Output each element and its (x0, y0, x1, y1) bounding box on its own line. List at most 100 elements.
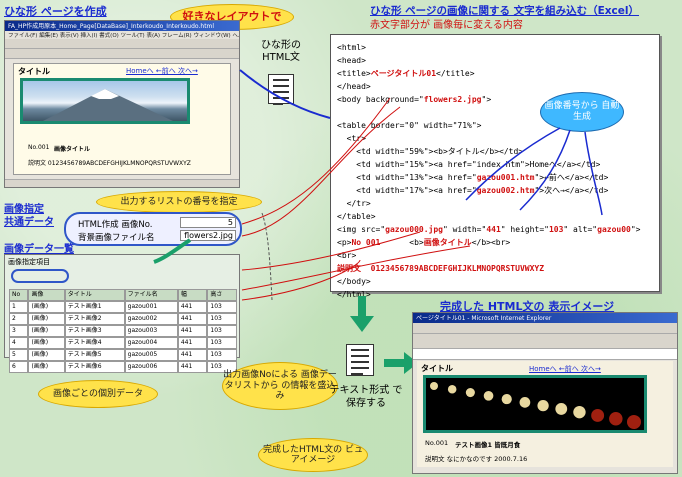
browser-toolbar (413, 334, 677, 349)
common-field-1-label: HTML作成 画像No. (78, 220, 153, 230)
editor-nav-links[interactable]: Homeへ ←前へ 次へ→ (126, 66, 198, 76)
sheet-cell[interactable]: gazou001 (124, 301, 178, 313)
template-create-title: ひな形 ページを作成 (4, 5, 107, 18)
code-text: <html> (337, 43, 366, 52)
moon-phase (573, 406, 586, 419)
sheet-cell[interactable]: 5 (9, 349, 29, 361)
browser-address-bar[interactable] (413, 349, 677, 360)
list-number-bubble: 出力するリストの番号を指定 (96, 191, 262, 213)
eclipse-sequence (430, 382, 641, 429)
code-variable: flowers2.jpg (423, 95, 482, 104)
per-image-data-bubble: 画像ごとの個別データ (38, 380, 158, 408)
moon-phase (519, 397, 531, 408)
sheet-common-highlight (11, 269, 69, 283)
sheet-cell[interactable]: (画像) (28, 301, 65, 313)
sheet-cell[interactable]: (画像) (28, 337, 65, 349)
code-variable: gazou00 (597, 225, 631, 234)
code-line: <td width="13%"><a href="gazou001.htm">←… (337, 171, 640, 184)
moon-phase (483, 391, 494, 401)
editor-canvas: タイトル Homeへ ←前へ 次へ→ No.001 画像タイトル 説明文 012… (13, 63, 231, 175)
list-number-label: 出力するリストの番号を指定 (120, 196, 238, 207)
sheet-cell[interactable]: 1 (9, 301, 29, 313)
table-row: 6 (画像) テスト画像6 gazou006 441 103 (9, 361, 237, 373)
code-text: </b><br> (471, 238, 511, 247)
sheet-cell[interactable]: (画像) (28, 349, 65, 361)
common-field-2-value[interactable]: flowers2.jpg (180, 230, 236, 241)
editor-toolbar-2 (5, 49, 239, 59)
code-text: ">次へ→</a></td> (534, 186, 609, 195)
code-line: <head> (337, 54, 640, 67)
moon-phase (501, 394, 512, 405)
editor-titlebar: FA_HP作成用原本_Home_Page[DataBase]_Interkoud… (5, 21, 239, 31)
sheet-cell[interactable]: 103 (207, 349, 237, 361)
sheet-cell[interactable]: テスト画像6 (64, 361, 125, 373)
sheet-cell[interactable]: gazou005 (124, 349, 178, 361)
sheet-cell[interactable]: 6 (9, 361, 29, 373)
editor-menubar: ファイル(F) 編集(E) 表示(V) 挿入(I) 書式(O) ツール(T) 表… (5, 31, 239, 39)
code-text: </table> (337, 212, 376, 221)
sheet-cell[interactable]: 103 (207, 337, 237, 349)
editor-no: No.001 (28, 144, 50, 151)
sheet-cell[interactable]: 2 (9, 313, 29, 325)
html-code-lines: <html> <head> <title>ページタイトル01</title> </he… (337, 41, 640, 301)
code-line: <tr> (337, 132, 640, 145)
code-variable: gazou001.htm (476, 173, 535, 182)
sheet-cell[interactable]: 103 (207, 301, 237, 313)
sheet-cell[interactable]: 441 (177, 361, 208, 373)
sheet-cell[interactable]: 441 (177, 325, 208, 337)
sheet-cell[interactable]: 441 (177, 301, 208, 313)
sheet-cell[interactable]: (画像) (28, 313, 65, 325)
browser-no: No.001 (425, 439, 449, 447)
sheet-cell[interactable]: 441 (177, 349, 208, 361)
sheet-cell[interactable]: テスト画像4 (64, 337, 125, 349)
moon-phase (447, 385, 457, 394)
sheet-cell[interactable]: gazou002 (124, 313, 178, 325)
template-editor-window: FA_HP作成用原本_Home_Page[DataBase]_Interkoud… (4, 20, 240, 188)
code-text: "> (630, 225, 641, 234)
sheet-cell[interactable]: テスト画像2 (64, 313, 125, 325)
sheet-cell[interactable]: (画像) (28, 361, 65, 373)
moon-phase (591, 409, 605, 422)
editor-toolbar (5, 39, 239, 49)
auto-number-label: 画像番号から 自動生成 (544, 101, 620, 122)
sheet-header-cell: 画像 (28, 289, 65, 301)
browser-page: タイトル Homeへ ←前へ 次へ→ No.001 テスト画像1 皆既月食 説明… (417, 361, 673, 467)
code-text: " height=" (500, 225, 549, 234)
auto-number-bubble: 画像番号から 自動生成 (540, 92, 624, 132)
moon-phase (537, 400, 549, 412)
sheet-cell[interactable]: 441 (177, 313, 208, 325)
table-row: 2 (画像) テスト画像2 gazou002 441 103 (9, 313, 237, 325)
code-variable: gazou000.jpg (385, 225, 443, 234)
sheet-cell[interactable]: 441 (177, 337, 208, 349)
sheet-cell[interactable]: gazou004 (124, 337, 178, 349)
browser-desc: 説明文 なにかなのです 2000.7.16 (425, 455, 528, 463)
common-field-1-value[interactable]: 5 (180, 217, 236, 228)
per-image-data-label: 画像ごとの個別データ (53, 388, 143, 399)
sheet-cell[interactable]: (画像) (28, 325, 65, 337)
sheet-cell[interactable]: 103 (207, 313, 237, 325)
table-row: 3 (画像) テスト画像3 gazou003 441 103 (9, 325, 237, 337)
sheet-cell[interactable]: gazou006 (124, 361, 178, 373)
sheet-cell[interactable]: テスト画像1 (64, 301, 125, 313)
code-line: <td width="15%"><a href="index.htm">Home… (337, 158, 640, 171)
embed-info-bubble: 出力画像Noによる 画像データリストから の情報を盛込み (222, 362, 338, 410)
sheet-cell[interactable]: テスト画像3 (64, 325, 125, 337)
sheet-header-row: No 画像 タイトル ファイル名幅高さ (9, 289, 237, 301)
code-text: <td width="17%"><a href=" (337, 186, 477, 195)
table-row: 4 (画像) テスト画像4 gazou004 441 103 (9, 337, 237, 349)
image-data-sheet: 画像指定項目 No 画像 タイトル ファイル名幅高さ 1 (画像) テスト画像1 gazou0… (4, 254, 240, 373)
code-variable: 441 (486, 225, 501, 234)
sheet-cell[interactable]: 3 (9, 325, 29, 337)
browser-menubar (413, 323, 677, 334)
browser-nav-links[interactable]: Homeへ ←前へ 次へ→ (529, 364, 601, 374)
code-variable: No 001 (351, 238, 381, 247)
editor-img-title: 画像タイトル (54, 146, 91, 153)
code-text: <br> (337, 251, 357, 260)
sheet-cell[interactable]: テスト画像5 (64, 349, 125, 361)
sheet-cell[interactable]: gazou003 (124, 325, 178, 337)
sheet-cell[interactable]: 103 (207, 325, 237, 337)
sheet-header-cell: No (9, 289, 29, 301)
code-text: </title> (436, 69, 475, 78)
text-save-doc-icon (346, 344, 374, 376)
sheet-cell[interactable]: 4 (9, 337, 29, 349)
